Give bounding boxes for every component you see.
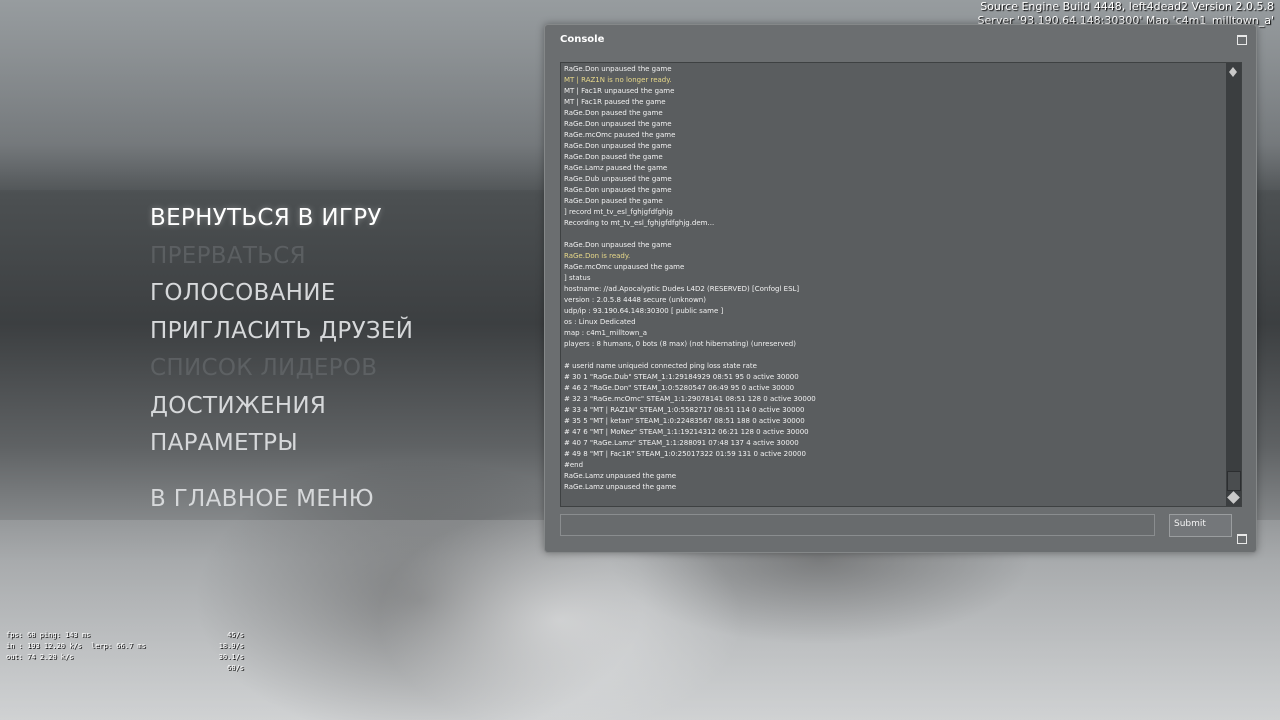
console-log-line: # 33 4 "MT | RAZ1N" STEAM_1:0:5582717 08… xyxy=(564,406,805,414)
scroll-thumb[interactable] xyxy=(1227,471,1241,491)
console-log: RaGe.Don unpaused the game MT | RAZ1N is … xyxy=(560,62,1242,507)
console-command-input[interactable] xyxy=(560,514,1155,536)
maximize-icon[interactable] xyxy=(1237,35,1247,45)
console-log-line: RaGe.Lamz paused the game xyxy=(564,164,668,172)
console-log-line xyxy=(564,350,1223,361)
console-log-line: version : 2.0.5.8 4448 secure (unknown) xyxy=(564,296,706,304)
console-log-line: hostname: //ad.Apocalyptic Dudes L4D2 (R… xyxy=(564,285,800,293)
net-graph-left: fps: 68 ping: 143 ms xyxy=(6,631,91,639)
net-graph-row: 60/s xyxy=(6,663,246,674)
net-graph-row: fps: 68 ping: 143 ms 45/s xyxy=(6,630,246,641)
console-log-line: RaGe.Don paused the game xyxy=(564,197,663,205)
console-log-line: ] status xyxy=(564,274,591,282)
console-log-line: ] record mt_tv_esl_fghjgfdfghjg xyxy=(564,208,673,216)
console-log-line: RaGe.Lamz unpaused the game xyxy=(564,483,677,491)
console-log-line: RaGe.Don unpaused the game xyxy=(564,241,672,249)
console-log-line: # userid name uniqueid connected ping lo… xyxy=(564,362,757,370)
net-graph-right: 60/s xyxy=(227,664,244,672)
console-log-lines: RaGe.Don unpaused the game MT | RAZ1N is … xyxy=(564,64,1223,493)
net-graph-right: 30.1/s xyxy=(218,653,244,661)
net-graph-mid: lerp: 66.7 ms xyxy=(91,642,146,650)
menu-item-invite-friends[interactable]: ПРИГЛАСИТЬ ДРУЗЕЙ xyxy=(150,313,413,351)
net-graph: fps: 68 ping: 143 ms 45/s in : 193 12.20 k… xyxy=(6,630,246,680)
console-log-line: RaGe.mcOmc paused the game xyxy=(564,131,676,139)
console-log-line: players : 8 humans, 0 bots (8 max) (not … xyxy=(564,340,796,348)
build-info-line-1: Source Engine Build 4448, left4dead2 Ver… xyxy=(980,0,1274,13)
console-log-line: RaGe.Lamz unpaused the game xyxy=(564,472,677,480)
console-log-line: # 47 6 "MT | MoNez" STEAM_1:1:19214312 0… xyxy=(564,428,809,436)
menu-item-leaderboards: СПИСОК ЛИДЕРОВ xyxy=(150,355,378,381)
console-title: Console xyxy=(560,34,605,45)
net-graph-left: in : 193 12.20 k/s xyxy=(6,642,82,650)
console-log-line xyxy=(564,229,1223,240)
console-log-line: RaGe.Don paused the game xyxy=(564,153,663,161)
console-log-line: map : c4m1_milltown_a xyxy=(564,329,648,337)
net-graph-row: out: 74 2.20 k/s 30.1/s xyxy=(6,652,246,663)
net-graph-right: 45/s xyxy=(227,631,244,639)
net-graph-right: 18.9/s xyxy=(218,642,244,650)
console-log-line: # 40 7 "RaGe.Lamz" STEAM_1:1:288091 07:4… xyxy=(564,439,799,447)
console-log-line: os : Linux Dedicated xyxy=(564,318,636,326)
menu-item-resume-game[interactable]: ВЕРНУТЬСЯ В ИГРУ xyxy=(150,200,413,238)
console-log-line: RaGe.mcOmc unpaused the game xyxy=(564,263,685,271)
menu-item-pause: ПРЕРВАТЬСЯ xyxy=(150,242,306,269)
main-menu: ВЕРНУТЬСЯ В ИГРУ ПРЕРВАТЬСЯ ГОЛОСОВАНИЕ … xyxy=(150,200,413,518)
console-log-line: # 49 8 "MT | Fac1R" STEAM_1:0:25017322 0… xyxy=(564,450,806,458)
menu-item-main-menu[interactable]: В ГЛАВНОЕ МЕНЮ xyxy=(150,481,413,519)
submit-button[interactable]: Submit xyxy=(1169,514,1232,537)
console-log-line: #end xyxy=(564,461,584,469)
console-log-line: RaGe.Don unpaused the game xyxy=(564,120,672,128)
scroll-up-icon[interactable] xyxy=(1229,67,1237,77)
menu-spacer xyxy=(150,463,413,481)
console-log-line: RaGe.Don unpaused the game xyxy=(564,65,672,73)
console-log-line: # 32 3 "RaGe.mcOmc" STEAM_1:1:29078141 0… xyxy=(564,395,816,403)
console-log-line: MT | RAZ1N is no longer ready. xyxy=(564,76,672,84)
console-log-line: RaGe.Don unpaused the game xyxy=(564,142,672,150)
menu-item-achievements[interactable]: ДОСТИЖЕНИЯ xyxy=(150,388,413,426)
console-log-line: Recording to mt_tv_esl_fghjgfdfghjg.dem.… xyxy=(564,219,715,227)
console-log-line: MT | Fac1R paused the game xyxy=(564,98,666,106)
console-log-line: # 46 2 "RaGe.Don" STEAM_1:0:5280547 06:4… xyxy=(564,384,795,392)
console-log-line: # 30 1 "RaGe.Dub" STEAM_1:1:29184929 08:… xyxy=(564,373,799,381)
console-window: Console RaGe.Don unpaused the game MT | R… xyxy=(544,24,1257,553)
console-log-line: RaGe.Don paused the game xyxy=(564,109,663,117)
console-scrollbar[interactable] xyxy=(1226,63,1241,506)
console-log-line: udp/ip : 93.190.64.148:30300 [ public sa… xyxy=(564,307,724,315)
console-log-line: RaGe.Dub unpaused the game xyxy=(564,175,672,183)
menu-item-options[interactable]: ПАРАМЕТРЫ xyxy=(150,425,413,463)
console-log-line: RaGe.Don unpaused the game xyxy=(564,186,672,194)
resize-icon[interactable] xyxy=(1237,534,1247,544)
net-graph-left: out: 74 2.20 k/s xyxy=(6,653,74,661)
menu-item-vote[interactable]: ГОЛОСОВАНИЕ xyxy=(150,275,413,313)
net-graph-row: in : 193 12.20 k/s lerp: 66.7 ms 18.9/s xyxy=(6,641,246,652)
scroll-down-icon[interactable] xyxy=(1227,491,1240,504)
console-log-line: RaGe.Don is ready. xyxy=(564,252,631,260)
console-log-line: # 35 5 "MT | ketan" STEAM_1:0:22483567 0… xyxy=(564,417,805,425)
console-log-line: MT | Fac1R unpaused the game xyxy=(564,87,675,95)
